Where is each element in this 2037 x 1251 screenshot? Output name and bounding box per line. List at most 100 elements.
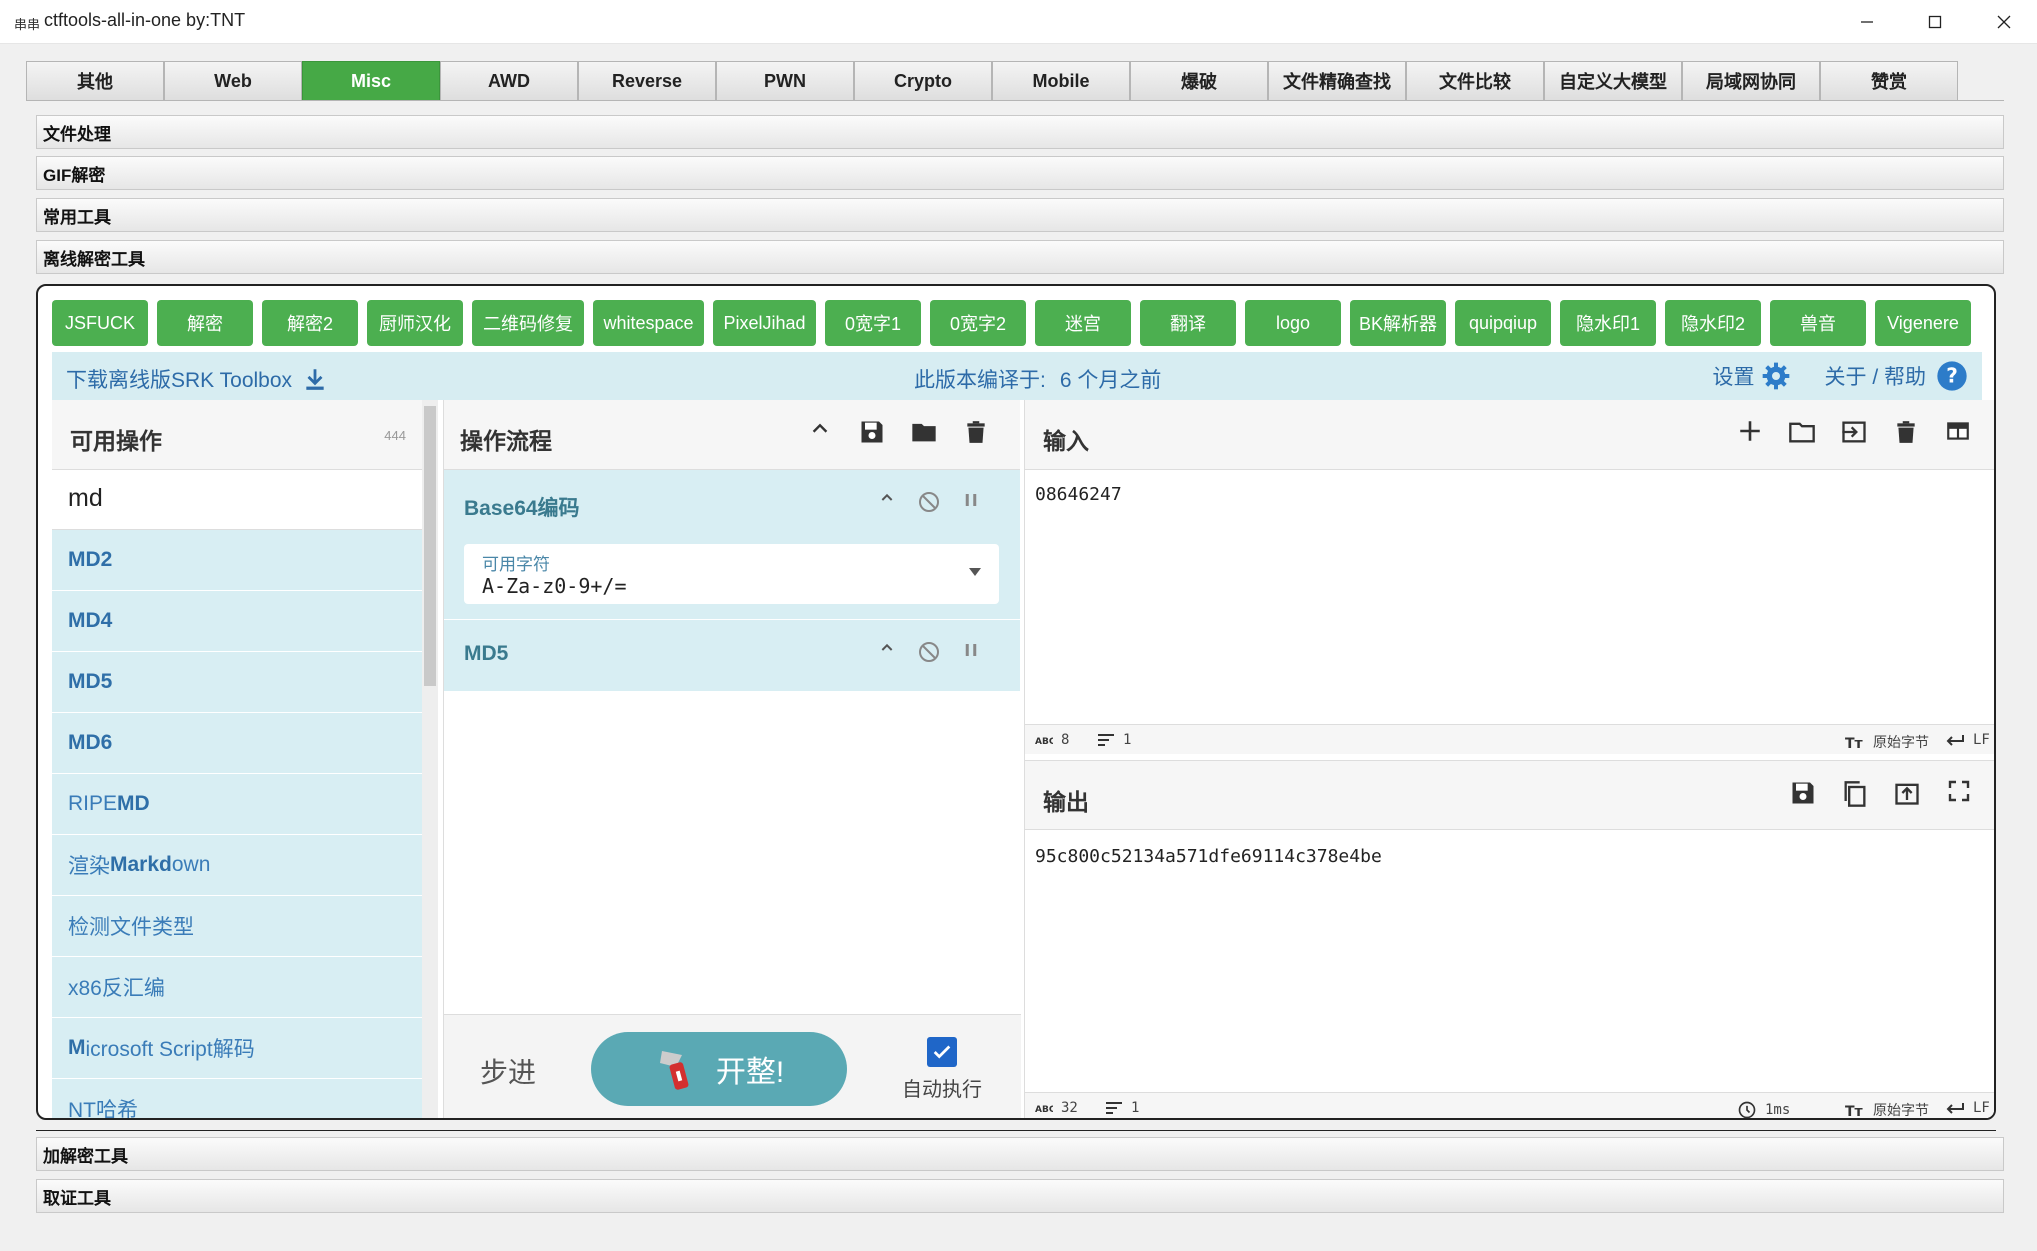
download-offline-link[interactable]: 下载离线版SRK Toolbox [66, 364, 328, 394]
bake-button[interactable]: 开整! [591, 1032, 847, 1106]
operation-item[interactable]: 检测文件类型 [52, 896, 422, 957]
tool-button-16[interactable]: 兽音 [1770, 300, 1866, 346]
accordion-common-tools[interactable]: 常用工具 [36, 198, 2004, 232]
output-eol[interactable]: LF [1973, 1100, 1990, 1116]
about-help-link[interactable]: 关于 / 帮助 [1824, 361, 1926, 391]
add-input-button[interactable] [1724, 418, 1776, 446]
tool-button-14[interactable]: 隐水印1 [1560, 300, 1656, 346]
tool-button-8[interactable]: 0宽字2 [930, 300, 1026, 346]
save-output-button[interactable] [1777, 779, 1829, 809]
import-input-button[interactable] [1828, 418, 1880, 446]
tab-10[interactable]: 文件比较 [1406, 61, 1544, 100]
tab-5[interactable]: PWN [716, 61, 854, 100]
download-label: 下载离线版SRK Toolbox [66, 369, 293, 392]
copy-output-button[interactable] [1829, 779, 1881, 809]
step-button[interactable]: 步进 [480, 1051, 536, 1091]
tool-button-9[interactable]: 迷宫 [1035, 300, 1131, 346]
info-bar: 下载离线版SRK Toolbox 此版本编译于: 6 个月之前 设置 关于 / 帮… [52, 352, 1982, 400]
tab-13[interactable]: 赞赏 [1820, 61, 1958, 100]
operation-item[interactable]: MD2 [52, 530, 422, 591]
output-textarea[interactable]: 95c800c52134a571dfe69114c378e4be [1035, 846, 1382, 867]
minimize-button[interactable] [1834, 0, 1900, 44]
tool-button-6[interactable]: PixelJihad [713, 300, 816, 346]
disable-op-button[interactable] [908, 490, 950, 514]
output-encoding[interactable]: 原始字节 [1873, 1100, 1929, 1118]
tool-button-5[interactable]: whitespace [593, 300, 704, 346]
settings-link[interactable]: 设置 [1712, 361, 1754, 391]
fullscreen-output-button[interactable] [1933, 779, 1985, 809]
abc-icon: ABC [1035, 737, 1053, 745]
tab-2[interactable]: Misc [302, 61, 440, 100]
tool-button-17[interactable]: Vigenere [1875, 300, 1971, 346]
operation-item[interactable]: Microsoft Script解码 [52, 1018, 422, 1079]
tool-button-10[interactable]: 翻译 [1140, 300, 1236, 346]
recipe-op-base64: Base64编码 可用字符 A-Za-z0-9+/= [444, 470, 1020, 620]
save-icon [1792, 782, 1814, 804]
collapse-op-button[interactable] [866, 490, 908, 514]
operations-search-input[interactable]: md [52, 470, 422, 530]
tab-0[interactable]: 其他 [26, 61, 164, 100]
operation-item[interactable]: RIPE MD [52, 774, 422, 835]
operation-item[interactable]: NT哈希 [52, 1079, 422, 1118]
tool-button-4[interactable]: 二维码修复 [472, 300, 584, 346]
alphabet-select[interactable]: 可用字符 A-Za-z0-9+/= [464, 544, 999, 604]
accordion-offline-decrypt[interactable]: 离线解密工具 [36, 240, 2004, 274]
tool-button-1[interactable]: 解密 [157, 300, 253, 346]
import-icon [1842, 421, 1866, 443]
tool-button-0[interactable]: JSFUCK [52, 300, 148, 346]
tab-9[interactable]: 文件精确查找 [1268, 61, 1406, 100]
open-file-button[interactable] [1776, 418, 1828, 446]
tool-button-13[interactable]: quipqiup [1455, 300, 1551, 346]
tab-8[interactable]: 爆破 [1130, 61, 1268, 100]
close-button[interactable] [1971, 0, 2037, 44]
auto-bake-toggle[interactable]: 自动执行 [892, 1037, 992, 1102]
operation-item[interactable]: MD6 [52, 713, 422, 774]
maximize-button[interactable] [1902, 0, 1968, 44]
disable-op-button[interactable] [908, 640, 950, 664]
clear-recipe-button[interactable] [950, 418, 1002, 446]
tool-button-2[interactable]: 解密2 [262, 300, 358, 346]
operation-item[interactable]: MD5 [52, 652, 422, 713]
tab-3[interactable]: AWD [440, 61, 578, 100]
gear-icon[interactable] [1760, 360, 1792, 392]
pause-op-button[interactable] [950, 490, 992, 514]
fullscreen-icon [1948, 780, 1970, 802]
input-encoding[interactable]: 原始字节 [1873, 732, 1929, 752]
layout-button[interactable] [1932, 418, 1984, 446]
accordion-crypto-tools[interactable]: 加解密工具 [36, 1137, 2004, 1171]
operation-item[interactable]: 渲染 Markd own [52, 835, 422, 896]
clear-input-button[interactable] [1880, 418, 1932, 446]
tool-button-7[interactable]: 0宽字1 [825, 300, 921, 346]
input-textarea[interactable]: 08646247 [1035, 484, 1122, 505]
collapse-op-button[interactable] [866, 640, 908, 664]
tool-button-3[interactable]: 厨师汉化 [367, 300, 463, 346]
tab-11[interactable]: 自定义大模型 [1544, 61, 1682, 100]
tool-button-12[interactable]: BK解析器 [1350, 300, 1446, 346]
operation-item-post: icrosoft Script解码 [85, 1038, 255, 1061]
tab-1[interactable]: Web [164, 61, 302, 100]
checkbox-icon[interactable] [927, 1037, 957, 1067]
input-eol[interactable]: LF [1973, 732, 1990, 748]
replace-input-button[interactable] [1881, 779, 1933, 809]
tab-7[interactable]: Mobile [992, 61, 1130, 100]
recipe-column: 操作流程 Base64编码 可用字符 A-Za-z0-9+/= MD5 步进 开… [443, 400, 1021, 1118]
accordion-gif-decrypt[interactable]: GIF解密 [36, 156, 2004, 190]
scrollbar-thumb[interactable] [424, 406, 436, 686]
operations-scrollbar[interactable] [422, 400, 438, 1118]
tab-6[interactable]: Crypto [854, 61, 992, 100]
pause-op-button[interactable] [950, 640, 992, 664]
help-icon[interactable]: ? [1936, 360, 1968, 392]
caret-down-icon [969, 568, 981, 576]
tab-4[interactable]: Reverse [578, 61, 716, 100]
operation-item[interactable]: x86反汇编 [52, 957, 422, 1018]
tab-12[interactable]: 局域网协同 [1682, 61, 1820, 100]
window-title: ctftools-all-in-one by:TNT [44, 10, 246, 30]
operation-item[interactable]: MD4 [52, 591, 422, 652]
tool-button-15[interactable]: 隐水印2 [1665, 300, 1761, 346]
collapse-all-button[interactable] [794, 418, 846, 446]
accordion-file-processing[interactable]: 文件处理 [36, 115, 2004, 149]
save-recipe-button[interactable] [846, 418, 898, 446]
tool-button-11[interactable]: logo [1245, 300, 1341, 346]
accordion-forensics-tools[interactable]: 取证工具 [36, 1179, 2004, 1213]
load-recipe-button[interactable] [898, 418, 950, 446]
